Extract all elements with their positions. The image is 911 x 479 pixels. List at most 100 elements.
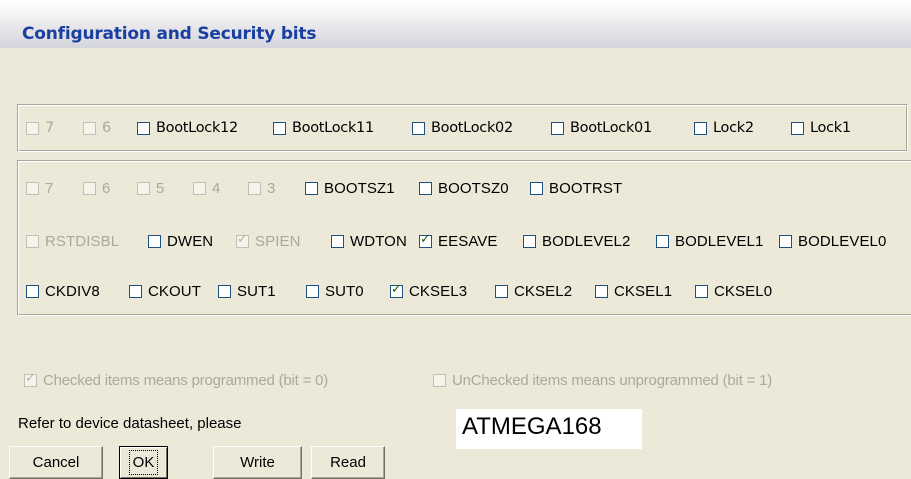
checkbox-label: BODLEVEL0 xyxy=(798,232,887,250)
ext-fuse-4-checkbox: 4 xyxy=(193,178,220,198)
checkbox-label: BootLock01 xyxy=(570,120,652,136)
ext-fuse-bootsz1-checkbox[interactable]: BOOTSZ1 xyxy=(305,178,395,198)
legend-checked-label: Checked items means programmed (bit = 0) xyxy=(43,371,329,389)
checkbox-box xyxy=(26,121,39,135)
window-title: Configuration and Security bits xyxy=(22,24,317,44)
checkbox-label: CKSEL3 xyxy=(409,282,468,300)
checkbox-label: BootLock02 xyxy=(431,120,513,136)
checkbox-box[interactable] xyxy=(694,121,707,135)
cancel-button[interactable]: Cancel xyxy=(9,446,103,479)
checkmark-icon: ✓ xyxy=(391,281,402,297)
high-fuse-spien-checkbox: ✓ SPIEN xyxy=(236,231,301,251)
ext-fuse-bootsz0-checkbox[interactable]: BOOTSZ0 xyxy=(419,178,509,198)
checkbox-box xyxy=(248,181,261,195)
checkbox-box xyxy=(137,181,150,195)
checkbox-box[interactable] xyxy=(273,121,286,135)
checkbox-box[interactable] xyxy=(218,284,231,298)
checkbox-label: 6 xyxy=(102,120,111,136)
legend-unchecked-checkbox xyxy=(433,373,446,387)
lock-bit-bootlock11-checkbox[interactable]: BootLock11 xyxy=(273,118,374,138)
lock-bit-lock2-checkbox[interactable]: Lock2 xyxy=(694,118,754,138)
checkbox-box[interactable] xyxy=(148,234,161,248)
checkbox-label: BOOTSZ0 xyxy=(438,179,509,197)
ext-fuse-6-checkbox: 6 xyxy=(83,178,110,198)
checkbox-box xyxy=(83,181,96,195)
checkbox-label: SUT1 xyxy=(237,282,276,300)
ext-fuse-7-checkbox: 7 xyxy=(26,178,53,198)
checkbox-box xyxy=(193,181,206,195)
read-button[interactable]: Read xyxy=(311,446,385,479)
device-name: ATMEGA168 xyxy=(462,413,602,440)
low-fuse-cksel1-checkbox[interactable]: CKSEL1 xyxy=(595,281,672,301)
checkmark-icon: ✓ xyxy=(237,231,248,247)
checkbox-label: 7 xyxy=(45,179,54,197)
checkbox-box[interactable] xyxy=(419,181,432,195)
checkbox-box[interactable] xyxy=(412,121,425,135)
checkbox-box[interactable] xyxy=(523,234,536,248)
checkbox-label: BODLEVEL1 xyxy=(675,232,764,250)
high-fuse-bodlevel0-checkbox[interactable]: BODLEVEL0 xyxy=(779,231,886,251)
legend-unchecked-label: UnChecked items means unprogrammed (bit … xyxy=(452,371,773,389)
checkbox-box[interactable] xyxy=(305,181,318,195)
checkbox-box[interactable] xyxy=(530,181,543,195)
checkbox-label: BODLEVEL2 xyxy=(542,232,631,250)
low-fuse-sut1-checkbox[interactable]: SUT1 xyxy=(218,281,276,301)
ok-button[interactable]: OK xyxy=(119,446,168,479)
checkbox-box[interactable] xyxy=(656,234,669,248)
legend-unchecked: UnChecked items means unprogrammed (bit … xyxy=(433,370,772,390)
checkbox-box[interactable]: ✓ xyxy=(419,232,432,248)
config-security-dialog: Configuration and Security bits 7 6 BootLo… xyxy=(0,0,911,479)
checkbox-label: 6 xyxy=(102,179,111,197)
checkbox-label: BootLock11 xyxy=(292,120,374,136)
checkbox-box[interactable] xyxy=(791,121,804,135)
checkbox-label: RSTDISBL xyxy=(45,232,120,250)
low-fuse-ckout-checkbox[interactable]: CKOUT xyxy=(129,281,201,301)
checkbox-box xyxy=(26,181,39,195)
checkbox-box[interactable] xyxy=(331,234,344,248)
checkbox-box[interactable] xyxy=(137,121,150,135)
lock-bit-lock1-checkbox[interactable]: Lock1 xyxy=(791,118,851,138)
checkbox-label: CKDIV8 xyxy=(45,282,100,300)
write-button[interactable]: Write xyxy=(213,446,302,479)
checkbox-label: WDTON xyxy=(350,232,407,250)
high-fuse-wdton-checkbox[interactable]: WDTON xyxy=(331,231,407,251)
ext-fuse-bootrst-checkbox[interactable]: BOOTRST xyxy=(530,178,622,198)
checkbox-box[interactable] xyxy=(595,284,608,298)
checkbox-label: Lock1 xyxy=(810,120,851,136)
checkbox-label: 5 xyxy=(156,179,165,197)
checkbox-box[interactable] xyxy=(26,284,39,298)
lock-bit-bootlock12-checkbox[interactable]: BootLock12 xyxy=(137,118,238,138)
ext-fuse-3-checkbox: 3 xyxy=(248,178,275,198)
low-fuse-cksel0-checkbox[interactable]: CKSEL0 xyxy=(695,281,772,301)
high-fuse-dwen-checkbox[interactable]: DWEN xyxy=(148,231,213,251)
checkbox-label: CKOUT xyxy=(148,282,201,300)
low-fuse-sut0-checkbox[interactable]: SUT0 xyxy=(306,281,364,301)
checkbox-label: CKSEL1 xyxy=(614,282,673,300)
high-fuse-bodlevel2-checkbox[interactable]: BODLEVEL2 xyxy=(523,231,630,251)
checkbox-label: BOOTSZ1 xyxy=(324,179,395,197)
lock-bit-6-checkbox: 6 xyxy=(83,118,111,138)
checkbox-label: DWEN xyxy=(167,232,214,250)
checkbox-box[interactable] xyxy=(695,284,708,298)
lock-bit-bootlock01-checkbox[interactable]: BootLock01 xyxy=(551,118,652,138)
checkbox-box: ✓ xyxy=(236,231,249,248)
high-fuse-eesave-checkbox[interactable]: ✓ EESAVE xyxy=(419,231,498,251)
checkbox-label: 4 xyxy=(212,179,221,197)
checkbox-box[interactable]: ✓ xyxy=(390,281,403,298)
checkbox-box[interactable] xyxy=(779,234,792,248)
low-fuse-cksel2-checkbox[interactable]: CKSEL2 xyxy=(495,281,572,301)
low-fuse-ckdiv8-checkbox[interactable]: CKDIV8 xyxy=(26,281,100,301)
checkbox-box[interactable] xyxy=(129,284,142,298)
low-fuse-cksel3-checkbox[interactable]: ✓ CKSEL3 xyxy=(390,281,467,301)
checkbox-box[interactable] xyxy=(551,121,564,135)
lock-bit-bootlock02-checkbox[interactable]: BootLock02 xyxy=(412,118,513,138)
checkbox-box[interactable] xyxy=(306,284,319,298)
lock-bit-7-checkbox: 7 xyxy=(26,118,54,138)
high-fuse-bodlevel1-checkbox[interactable]: BODLEVEL1 xyxy=(656,231,763,251)
device-name-box: ATMEGA168 xyxy=(456,409,642,449)
checkbox-box xyxy=(26,234,39,248)
checkbox-label: BOOTRST xyxy=(549,179,623,197)
checkbox-box[interactable] xyxy=(495,284,508,298)
title-bar: Configuration and Security bits xyxy=(0,0,911,48)
legend-checked: ✓ Checked items means programmed (bit = … xyxy=(24,370,328,390)
